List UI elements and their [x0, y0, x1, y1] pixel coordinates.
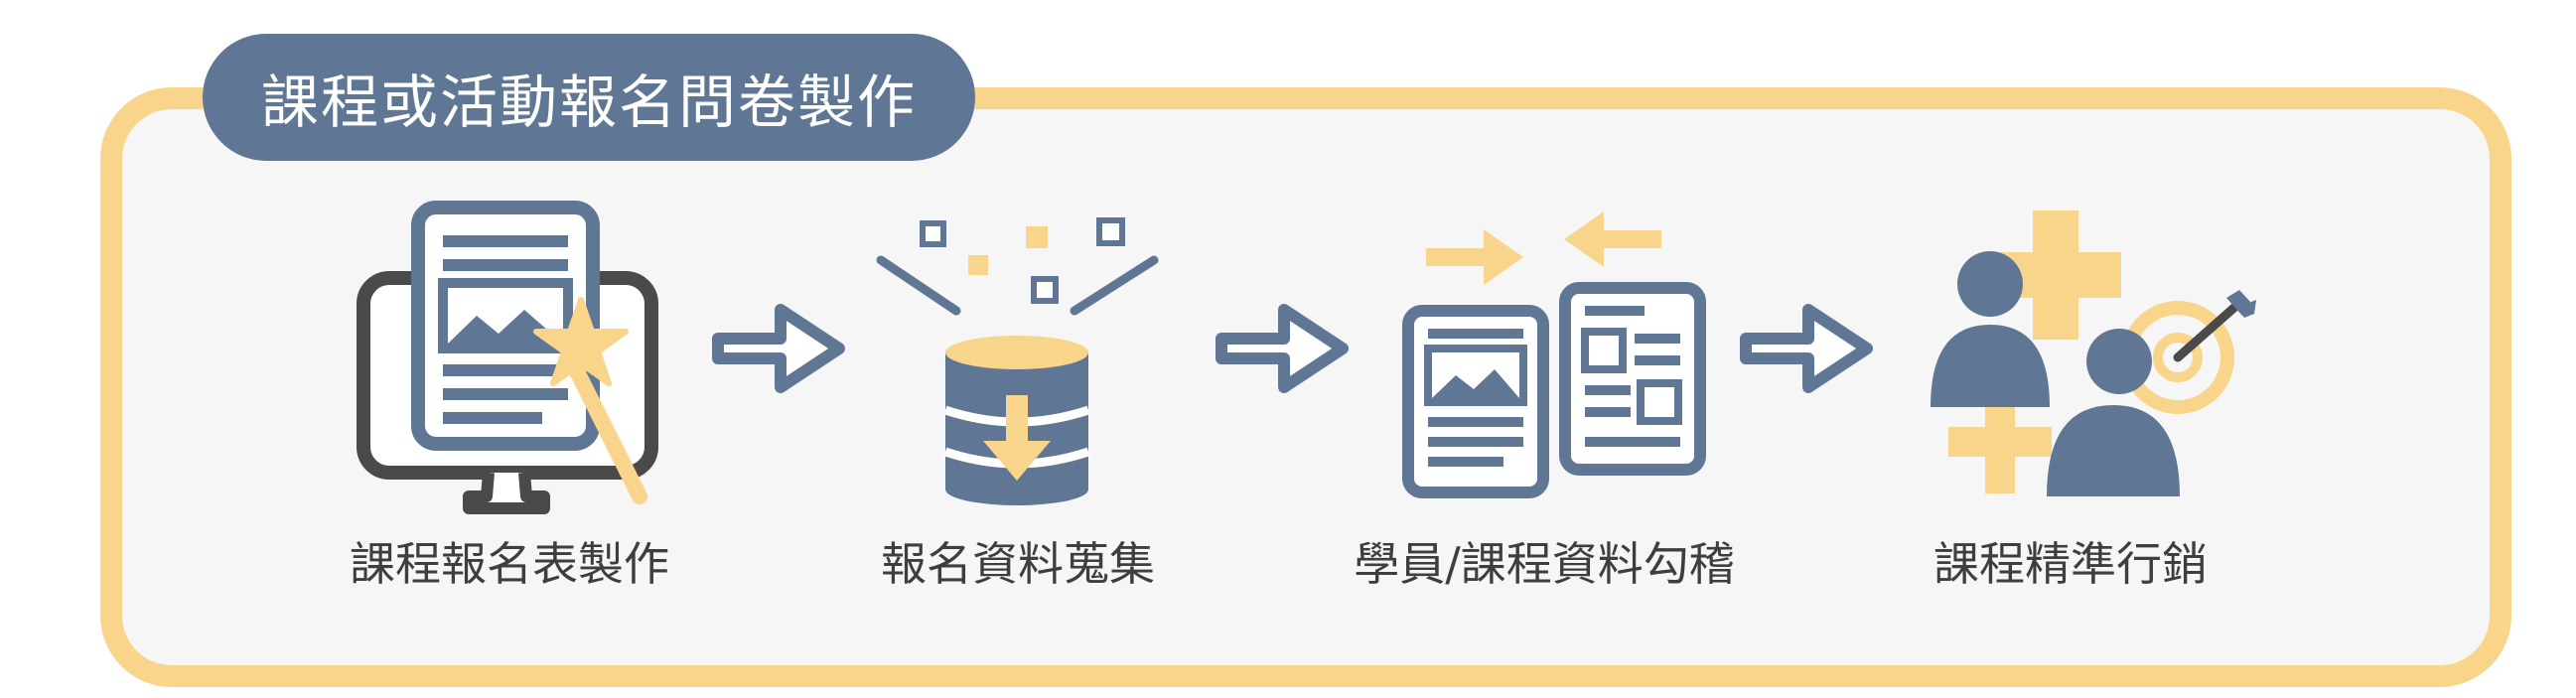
- database-collect-icon: [876, 217, 1159, 505]
- step-label-collect: 報名資料蒐集: [881, 537, 1155, 591]
- step-label-marketing: 課程精準行銷: [1933, 537, 2208, 591]
- form-editor-icon: [357, 201, 658, 514]
- target-marketing-icon: [1931, 210, 2256, 496]
- arrow-icon: [1216, 304, 1349, 393]
- arrow-icon: [712, 304, 845, 393]
- step-label-compare: 學員/課程資料勾稽: [1354, 537, 1735, 591]
- document-compare-icon: [1402, 211, 1706, 498]
- step-label-form: 課程報名表製作: [350, 537, 669, 591]
- arrow-icon: [1740, 304, 1873, 393]
